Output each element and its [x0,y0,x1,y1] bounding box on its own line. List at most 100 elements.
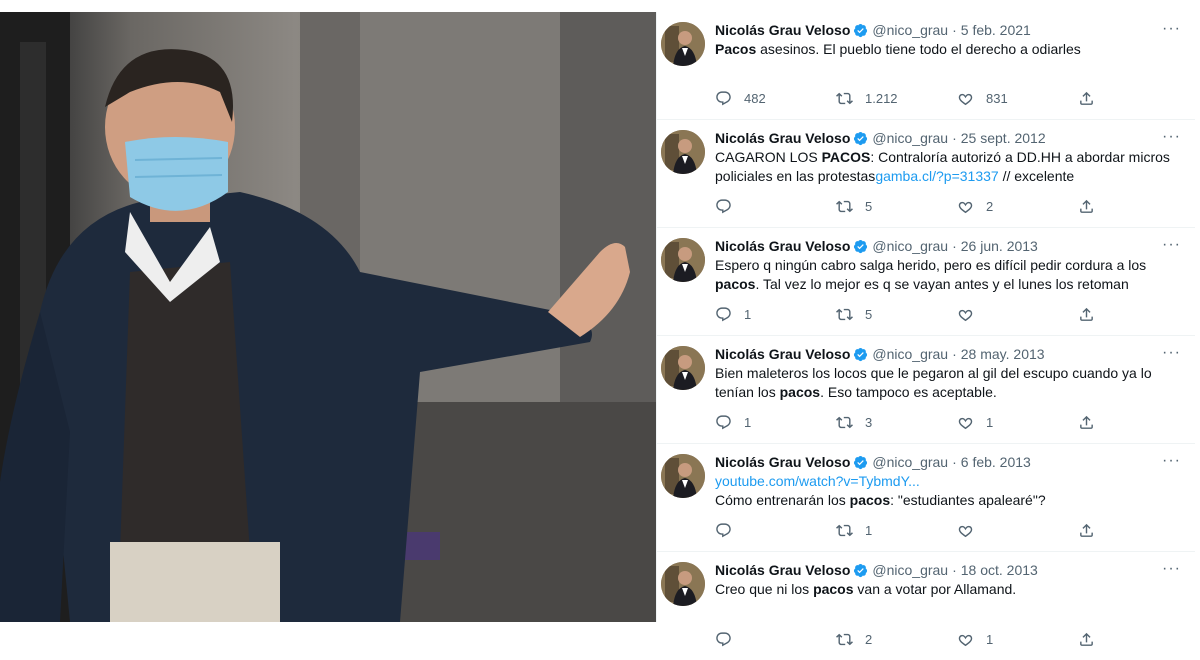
tweet[interactable]: Nicolás Grau Veloso @nico_grau · 28 may.… [657,336,1195,444]
tweet-date[interactable]: 5 feb. 2021 [961,20,1031,40]
share-button[interactable] [1078,306,1107,323]
reply-count: 1 [744,307,752,322]
highlight-term: PACOS [821,149,871,165]
tweet[interactable]: Nicolás Grau Veloso @nico_grau · 6 feb. … [657,444,1195,552]
retweet-button[interactable]: 1.212 [836,90,932,107]
author-handle[interactable]: @nico_grau [872,236,948,256]
more-options-icon[interactable]: ··· [1162,452,1181,470]
verified-badge-icon [854,347,868,361]
tweet-date[interactable]: 25 sept. 2012 [961,128,1046,148]
separator-dot: · [952,346,957,362]
tweet[interactable]: Nicolás Grau Veloso @nico_grau · 5 feb. … [657,12,1195,120]
more-options-icon[interactable]: ··· [1162,344,1181,362]
retweet-count: 1 [865,523,873,538]
reply-button[interactable]: 1 [715,414,811,431]
avatar[interactable] [661,130,705,174]
avatar[interactable] [661,454,705,498]
author-name[interactable]: Nicolás Grau Veloso [715,560,850,580]
tweet-date[interactable]: 28 may. 2013 [961,344,1045,364]
reply-icon [716,523,731,538]
reply-button[interactable] [715,522,811,539]
verified-badge-icon [854,455,868,469]
highlight-term: pacos [715,276,756,292]
retweet-button[interactable]: 5 [836,306,932,323]
avatar[interactable] [661,238,705,282]
reply-button[interactable] [715,198,811,215]
retweet-icon [836,524,853,537]
tweet-text: youtube.com/watch?v=TybmdY... Cómo entren… [715,472,1181,510]
like-button[interactable]: 831 [957,90,1053,107]
author-name[interactable]: Nicolás Grau Veloso [715,344,850,364]
author-handle[interactable]: @nico_grau [872,560,948,580]
verified-badge-icon [854,563,868,577]
like-count: 1 [986,632,994,647]
retweet-count: 5 [865,199,873,214]
reply-button[interactable] [715,631,811,648]
retweet-button[interactable]: 5 [836,198,932,215]
more-options-icon[interactable]: ··· [1162,236,1181,254]
tweet-text-segment: Creo que ni los [715,581,814,597]
tweet-date[interactable]: 26 jun. 2013 [961,236,1038,256]
author-name[interactable]: Nicolás Grau Veloso [715,452,850,472]
reply-button[interactable]: 482 [715,90,811,107]
tweet-date[interactable]: 6 feb. 2013 [961,452,1031,472]
retweet-button[interactable]: 3 [836,414,932,431]
tweet[interactable]: Nicolás Grau Veloso @nico_grau · 25 sept… [657,120,1195,228]
author-name[interactable]: Nicolás Grau Veloso [715,236,850,256]
retweet-button[interactable]: 2 [836,631,932,648]
share-button[interactable] [1078,90,1107,107]
avatar[interactable] [661,346,705,390]
separator-dot: · [952,238,957,254]
tweet-list: Nicolás Grau Veloso @nico_grau · 5 feb. … [656,12,1195,647]
heart-icon [958,417,973,430]
tweet-text-segment: . Tal vez lo mejor es q se vayan antes y… [755,276,1129,292]
author-handle[interactable]: @nico_grau [872,128,948,148]
tweet-text-segment: van a votar por Allamand. [853,581,1017,597]
avatar[interactable] [661,22,705,66]
verified-badge-icon [854,239,868,253]
tweet[interactable]: Nicolás Grau Veloso @nico_grau · 18 oct.… [657,552,1195,660]
like-button[interactable] [957,306,1053,323]
author-handle[interactable]: @nico_grau [872,452,948,472]
author-handle[interactable]: @nico_grau [872,20,948,40]
author-handle[interactable]: @nico_grau [872,344,948,364]
retweet-icon [836,308,853,321]
share-icon [1080,199,1093,213]
tweet-text: Bien maleteros los locos que le pegaron … [715,364,1181,402]
tweet-text-segment: // excelente [998,168,1075,184]
heart-icon [958,201,973,214]
like-button[interactable]: 1 [957,414,1053,431]
tweet-text-segment: asesinos. El pueblo tiene todo el derech… [756,41,1081,57]
share-button[interactable] [1078,198,1107,215]
reply-icon [716,199,731,214]
author-name[interactable]: Nicolás Grau Veloso [715,128,850,148]
more-options-icon[interactable]: ··· [1162,128,1181,146]
share-button[interactable] [1078,414,1107,431]
tweet[interactable]: Nicolás Grau Veloso @nico_grau · 26 jun.… [657,228,1195,336]
tweet-link[interactable]: gamba.cl/?p=31337 [875,168,998,184]
tweet-text: Espero q ningún cabro salga herido, pero… [715,256,1181,294]
reply-button[interactable]: 1 [715,306,811,323]
retweet-button[interactable]: 1 [836,522,932,539]
avatar[interactable] [661,562,705,606]
more-options-icon[interactable]: ··· [1162,560,1181,578]
more-options-icon[interactable]: ··· [1162,20,1181,38]
author-name[interactable]: Nicolás Grau Veloso [715,20,850,40]
tweet-text-segment: CAGARON LOS [715,149,822,165]
retweet-count: 1.212 [865,91,898,106]
tweet-actions: 1 5 [715,306,1107,323]
share-button[interactable] [1078,631,1107,648]
like-button[interactable]: 2 [957,198,1053,215]
share-icon [1080,523,1093,537]
tweet-actions: 1 [715,522,1107,539]
tweet-text: Creo que ni los pacos van a votar por Al… [715,580,1181,599]
like-button[interactable]: 1 [957,631,1053,648]
separator-dot: · [952,130,957,146]
tweet-actions: 2 1 [715,631,1107,648]
separator-dot: · [952,562,957,578]
tweet-date[interactable]: 18 oct. 2013 [961,560,1038,580]
like-button[interactable] [957,522,1053,539]
share-button[interactable] [1078,522,1107,539]
tweet-link[interactable]: youtube.com/watch?v=TybmdY... [715,473,920,489]
highlight-term: Pacos [715,41,757,57]
